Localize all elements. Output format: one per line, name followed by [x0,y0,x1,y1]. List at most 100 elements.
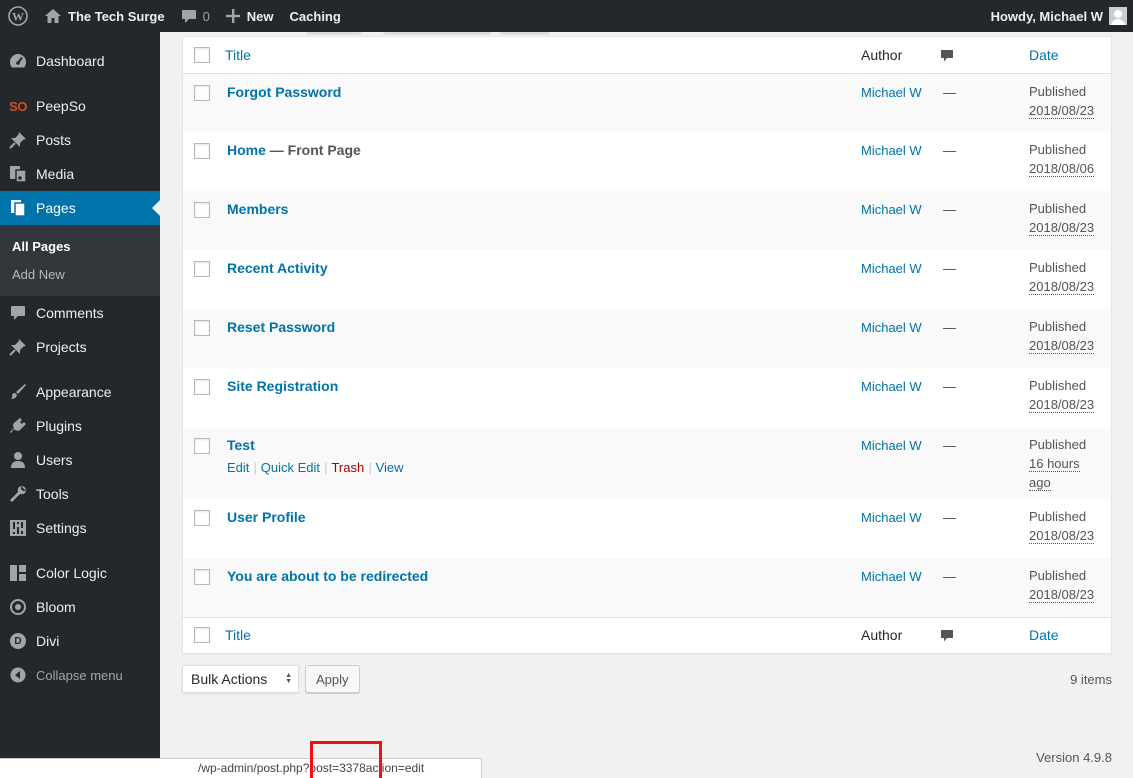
author-link[interactable]: Michael W [861,427,943,499]
row-checkbox[interactable] [194,202,210,218]
sidebar-item-plugins[interactable]: Plugins [0,409,160,443]
date-column-sort[interactable]: Date [1029,627,1059,643]
sidebar-item-appearance[interactable]: Appearance [0,375,160,409]
select-all-checkbox[interactable] [194,46,210,63]
sidebar-item-posts[interactable]: Posts [0,123,160,157]
sidebar-item-comments[interactable]: Comments [0,296,160,330]
quick-edit-link[interactable]: Quick Edit [261,460,320,475]
author-link[interactable]: Michael W [861,558,943,617]
sidebar-item-color-logic[interactable]: Color Logic [0,556,160,590]
sidebar-item-users[interactable]: Users [0,443,160,477]
post-date: 2018/08/23 [1029,220,1095,236]
apply-button[interactable]: Apply [305,665,360,693]
filter-stub [383,32,491,35]
row-checkbox[interactable] [194,143,210,159]
comments-count: — [943,438,956,453]
page-title-link[interactable]: Reset Password [227,319,335,335]
page-title-link[interactable]: You are about to be redirected [227,568,428,584]
page-title-link[interactable]: Members [227,201,288,217]
table-row: User Profile Michael W — Published 2018/0… [183,499,1111,558]
row-checkbox[interactable] [194,261,210,277]
bloom-icon [8,597,28,617]
sidebar-item-label: Comments [36,305,104,321]
row-checkbox[interactable] [194,569,210,585]
comment-icon [8,303,28,323]
sidebar-item-projects[interactable]: Projects [0,330,160,364]
page-title-link[interactable]: Site Registration [227,378,338,394]
select-all-checkbox[interactable] [194,627,210,644]
page-title-link[interactable]: Recent Activity [227,260,328,276]
view-link[interactable]: View [376,460,404,475]
page-title-link[interactable]: Test [227,437,255,453]
plus-icon [225,9,240,23]
site-name-link[interactable]: The Tech Surge [36,0,173,32]
row-checkbox[interactable] [194,379,210,395]
sidebar-item-tools[interactable]: Tools [0,477,160,511]
comments-count: — [943,379,956,394]
comments-count: — [943,84,956,100]
author-link[interactable]: Michael W [861,250,943,309]
sidebar-item-pages[interactable]: Pages [0,191,160,225]
settings-icon [8,518,28,538]
new-content-link[interactable]: New [218,0,282,32]
post-date: 2018/08/23 [1029,338,1095,354]
wordpress-logo-icon[interactable]: W [0,0,36,32]
author-link[interactable]: Michael W [861,499,943,558]
sidebar-item-peepso[interactable]: SO PeepSo [0,89,160,123]
page-title-link[interactable]: Forgot Password [227,84,341,100]
sidebar-item-dashboard[interactable]: Dashboard [0,44,160,78]
title-column-sort[interactable]: Title [225,627,251,643]
author-link[interactable]: Michael W [861,73,943,132]
author-link[interactable]: Michael W [861,368,943,427]
admin-bar: W The Tech Surge 0 New Caching Howdy, Mi… [0,0,1133,32]
highlight-annotation [310,741,382,778]
pages-submenu: All Pages Add New [0,225,160,296]
collapse-menu-button[interactable]: Collapse menu [0,658,160,692]
post-state: — Front Page [265,142,361,158]
author-link[interactable]: Michael W [861,191,943,250]
sidebar-item-settings[interactable]: Settings [0,511,160,545]
sidebar-item-bloom[interactable]: Bloom [0,590,160,624]
sidebar-item-divi[interactable]: D Divi [0,624,160,658]
edit-link[interactable]: Edit [227,460,249,475]
submenu-add-new[interactable]: Add New [0,260,160,288]
page-title-link[interactable]: Home [227,142,266,158]
row-checkbox[interactable] [194,84,210,101]
caching-link[interactable]: Caching [282,0,349,32]
author-link[interactable]: Michael W [861,309,943,368]
my-account-link[interactable]: Howdy, Michael W [983,0,1133,32]
sidebar-item-label: Projects [36,339,87,355]
table-header-row: Title Author Date [183,37,1111,73]
row-checkbox[interactable] [194,320,210,336]
comment-icon [941,630,953,642]
author-link[interactable]: Michael W [861,132,943,191]
trash-link[interactable]: Trash [331,460,364,475]
bulk-actions-select[interactable]: Bulk Actions ▲ ▼ [182,665,299,693]
pages-table: Title Author Date Forgot Password Michae… [182,36,1112,654]
page-title-link[interactable]: User Profile [227,509,306,525]
post-date: ago [1029,475,1051,491]
submenu-all-pages[interactable]: All Pages [0,232,160,260]
media-icon [8,164,28,184]
date-column-sort[interactable]: Date [1029,47,1059,63]
sidebar-item-label: Dashboard [36,53,105,69]
comments-link[interactable]: 0 [173,0,218,32]
comments-count: — [943,143,956,158]
title-column-sort[interactable]: Title [225,47,251,63]
row-checkbox[interactable] [194,510,210,526]
sidebar-item-label: Divi [36,633,60,649]
sidebar-item-label: Posts [36,132,72,148]
grid-icon [8,563,28,583]
comments-count: 0 [202,8,210,24]
author-column-header: Author [861,46,903,63]
sidebar-item-label: Plugins [36,418,82,434]
collapse-menu-label: Collapse menu [36,667,123,683]
table-row: Test Edit | Quick Edit | Trash | View Michael … [183,427,1111,499]
row-actions: Edit | Quick Edit | Trash | View [227,460,404,475]
collapse-arrow-icon [8,665,28,685]
sidebar-item-media[interactable]: Media [0,157,160,191]
version-text: Version 4.9.8 [1036,750,1112,765]
row-checkbox[interactable] [194,438,210,454]
plugin-icon [8,416,28,436]
pushpin-icon [8,337,28,357]
